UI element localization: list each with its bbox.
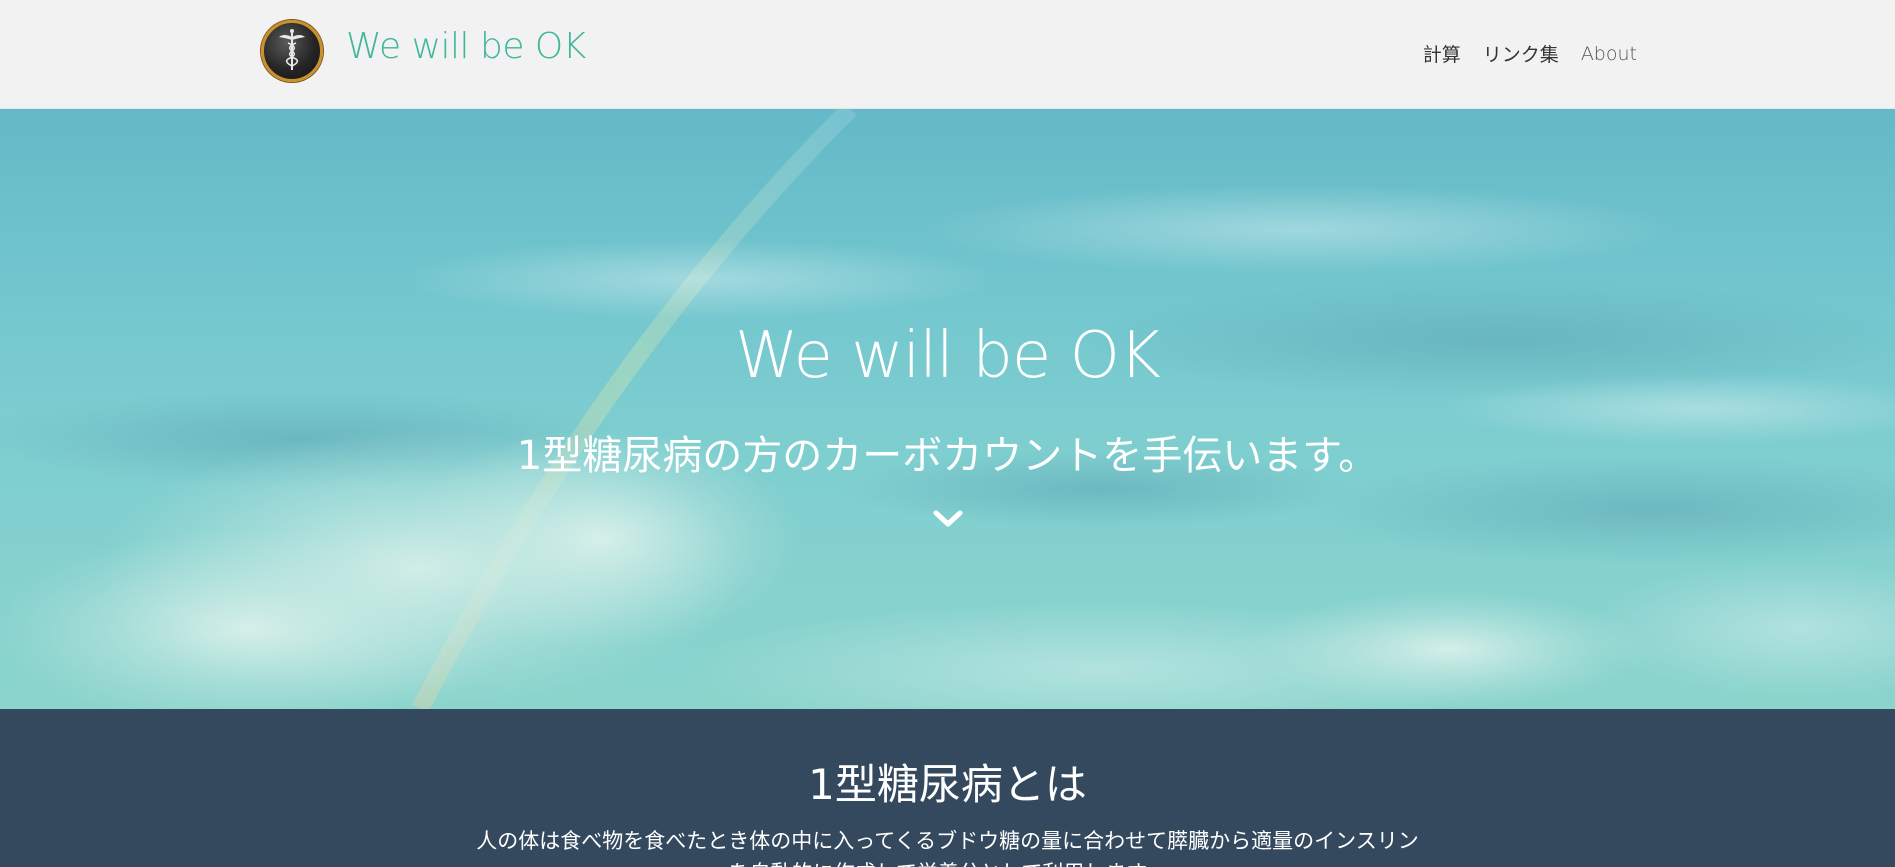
nav-link-links[interactable]: リンク集 [1483, 40, 1559, 67]
nav-link-about[interactable]: About [1581, 43, 1637, 65]
site-header: We will be OK 計算 リンク集 About [0, 0, 1895, 109]
chevron-down-icon[interactable] [932, 507, 964, 531]
nav-link-calc[interactable]: 計算 [1423, 40, 1461, 67]
about-text: 人の体は食べ物を食べたとき体の中に入ってくるブドウ糖の量に合わせて膵臓から適量の… [476, 829, 1419, 867]
about-title: 1型糖尿病とは [808, 760, 1087, 809]
about-section: 1型糖尿病とは 人の体は食べ物を食べたとき体の中に入ってくるブドウ糖の量に合わせ… [0, 709, 1895, 867]
site-brand[interactable]: We will be OK [346, 26, 586, 67]
hero-subtitle: 1型糖尿病の方のカーボカウントを手伝います。 [516, 433, 1379, 479]
main-nav: 計算 リンク集 About [1423, 40, 1637, 67]
hero-title: We will be OK [735, 319, 1161, 393]
hero-section: We will be OK 1型糖尿病の方のカーボカウントを手伝います。 [0, 109, 1895, 709]
sky-background [0, 109, 1895, 709]
caduceus-logo-icon[interactable] [261, 20, 323, 82]
